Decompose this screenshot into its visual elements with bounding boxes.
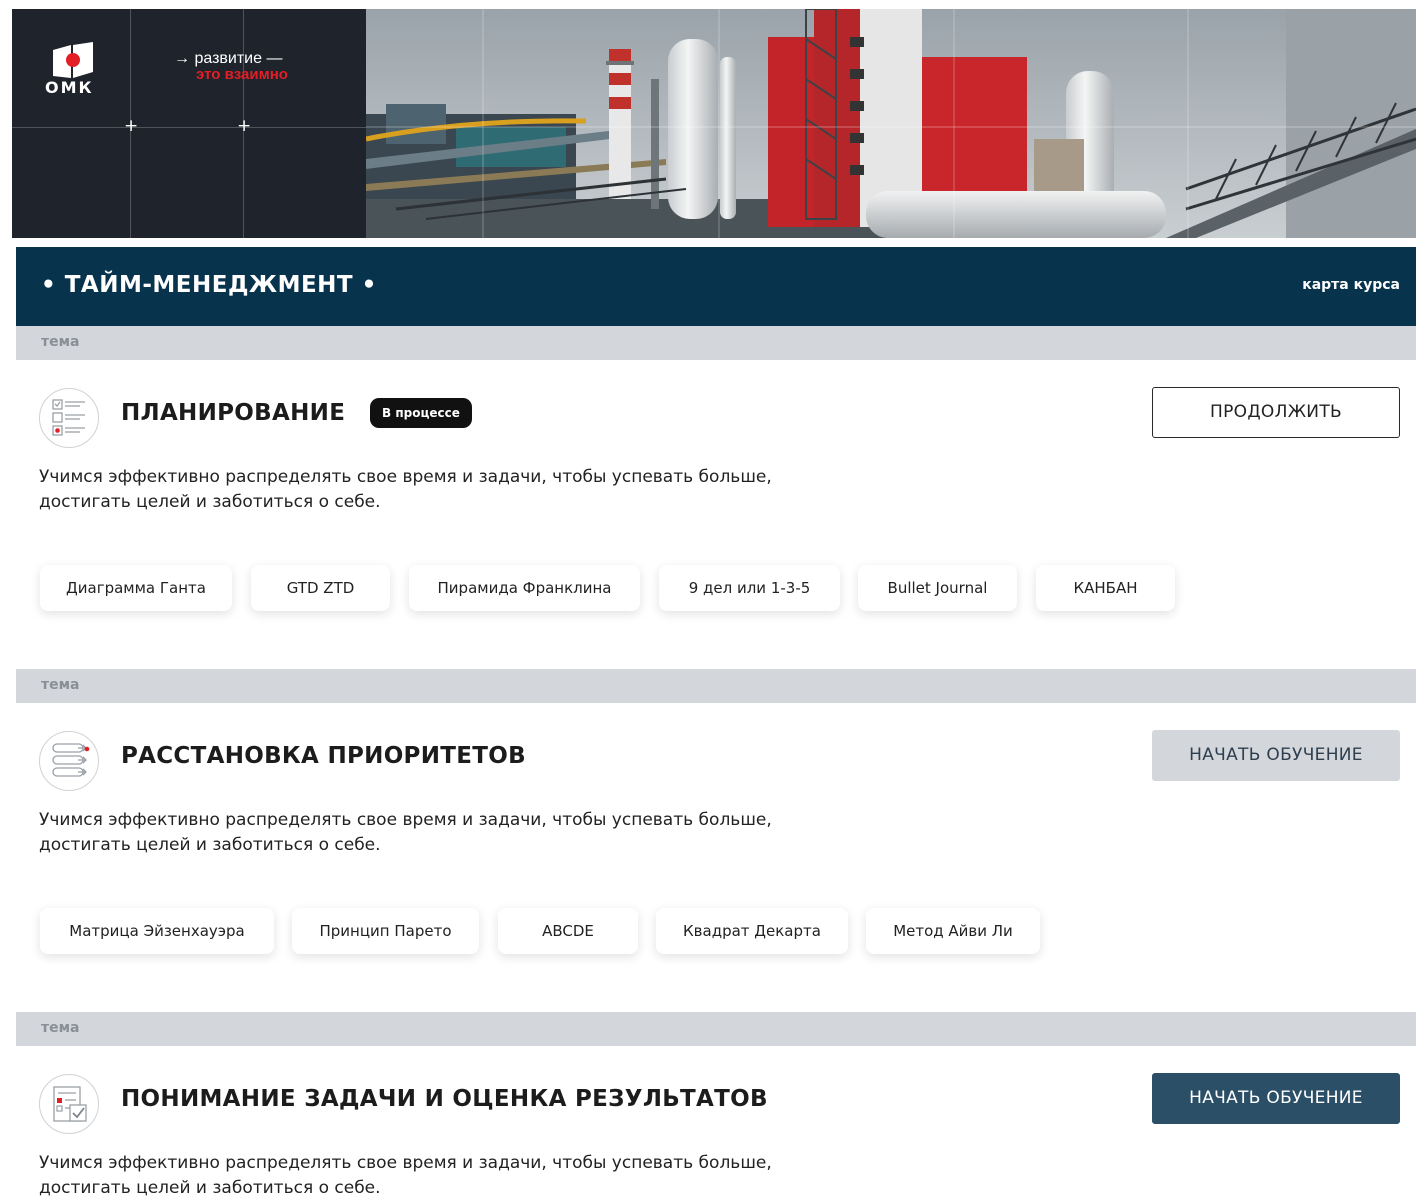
continue-button[interactable]: ПРОДОЛЖИТЬ	[1152, 387, 1400, 438]
topic-title: ПЛАНИРОВАНИЕ	[121, 400, 346, 426]
topic-label: тема	[41, 1020, 80, 1036]
task-evaluation-icon	[39, 1074, 99, 1134]
course-map-link[interactable]: карта курса	[1302, 277, 1400, 293]
topic-label-bar: тема	[16, 1012, 1416, 1046]
tagline-line-2: это взаимно	[196, 66, 288, 83]
description-line: Учимся эффективно распределять свое врем…	[39, 467, 772, 487]
method-chip[interactable]: Диаграмма Ганта	[40, 565, 232, 611]
topic-description: Учимся эффективно распределять свое врем…	[39, 1151, 859, 1196]
topic-label: тема	[41, 334, 80, 350]
hero-banner: + + ОМК → развитие — это взаимно	[12, 9, 1416, 238]
tagline-line-1: → развитие —	[174, 50, 283, 67]
description-line: достигать целей и заботиться о себе.	[39, 492, 381, 512]
topic-label-bar: тема	[16, 326, 1416, 360]
topic-title: ПОНИМАНИЕ ЗАДАЧИ И ОЦЕНКА РЕЗУЛЬТАТОВ	[121, 1086, 768, 1112]
method-chip[interactable]: GTD ZTD	[251, 565, 390, 611]
method-chip[interactable]: Квадрат Декарта	[656, 908, 848, 954]
method-chip[interactable]: Принцип Парето	[292, 908, 479, 954]
topic-label: тема	[41, 677, 80, 693]
checklist-icon	[39, 388, 99, 448]
description-line: достигать целей и заботиться о себе.	[39, 1178, 381, 1196]
grid-line	[12, 127, 366, 128]
method-chip[interactable]: Bullet Journal	[858, 565, 1017, 611]
method-chip[interactable]: Метод Айви Ли	[866, 908, 1040, 954]
status-badge: В процессе	[370, 398, 472, 428]
priority-list-icon	[39, 731, 99, 791]
course-header: • ТАЙМ-МЕНЕДЖМЕНТ • карта курса	[16, 247, 1416, 326]
logo-text: ОМК	[45, 78, 94, 97]
omk-logo-mark-icon	[53, 42, 93, 78]
start-learning-button[interactable]: НАЧАТЬ ОБУЧЕНИЕ	[1152, 730, 1400, 781]
start-learning-button[interactable]: НАЧАТЬ ОБУЧЕНИЕ	[1152, 1073, 1400, 1124]
method-chip[interactable]: Пирамида Франклина	[409, 565, 640, 611]
omk-logo[interactable]: ОМК	[45, 42, 101, 98]
description-line: Учимся эффективно распределять свое врем…	[39, 810, 772, 830]
plus-mark-icon: +	[124, 116, 139, 136]
topic-label-bar: тема	[16, 669, 1416, 703]
description-line: Учимся эффективно распределять свое врем…	[39, 1153, 772, 1173]
method-chip[interactable]: 9 дел или 1-3-5	[659, 565, 840, 611]
topic-title: РАССТАНОВКА ПРИОРИТЕТОВ	[121, 743, 526, 769]
course-title: • ТАЙМ-МЕНЕДЖМЕНТ •	[41, 272, 377, 298]
brand-panel: + + ОМК → развитие — это взаимно	[12, 9, 366, 238]
method-chip[interactable]: ABCDE	[498, 908, 638, 954]
description-line: достигать целей и заботиться о себе.	[39, 835, 381, 855]
plus-mark-icon: +	[237, 116, 252, 136]
topic-description: Учимся эффективно распределять свое врем…	[39, 808, 859, 858]
topic-description: Учимся эффективно распределять свое врем…	[39, 465, 859, 515]
method-chip[interactable]: КАНБАН	[1036, 565, 1175, 611]
industrial-plant-photo	[366, 9, 1416, 238]
brand-tagline: → развитие — это взаимно	[174, 51, 288, 83]
method-chip[interactable]: Матрица Эйзенхауэра	[40, 908, 274, 954]
